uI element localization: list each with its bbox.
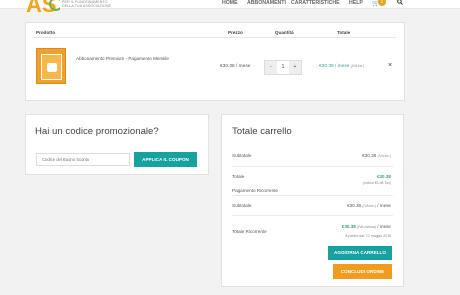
product-subtotal: €30.38 / mese (IVA inc.) bbox=[319, 64, 364, 69]
recurring-subtotal-value: €30.38 bbox=[347, 203, 362, 208]
coupon-code-input[interactable] bbox=[36, 153, 130, 166]
recurring-subtotal-value-wrap: €30.38 (IVA inc.) / mese bbox=[347, 203, 391, 208]
logo-tagline: PER IL FUNZIONAMENTO DELLA TUA ASSOCIAZI… bbox=[62, 0, 111, 8]
recurring-total-note: (IVA inclusa) bbox=[357, 225, 376, 229]
product-name-link[interactable]: Abbonamento Premium - Pagamento Mensile bbox=[76, 56, 169, 61]
remove-item-icon[interactable]: × bbox=[388, 62, 392, 69]
totals-title: Totale carrello bbox=[232, 126, 292, 137]
totals-subtotal-note: (IVA inc.) bbox=[377, 154, 391, 158]
nav-home[interactable]: HOME bbox=[222, 0, 238, 6]
totals-subtotal-label: Subtotale bbox=[232, 153, 252, 158]
update-cart-button[interactable]: AGGIORNA CARRELLO bbox=[328, 246, 392, 260]
recurring-subtotal-label: Subtotale bbox=[232, 203, 252, 208]
logo-tagline-line-2: DELLA TUA ASSOCIAZIONE bbox=[62, 4, 112, 9]
header-total: Totale bbox=[337, 30, 351, 35]
recurring-start-date: A partire dal: 12 maggio 2018 bbox=[345, 234, 391, 238]
checkout-button[interactable]: CONCLUDI ORDINE bbox=[333, 264, 392, 279]
nav-caratteristiche[interactable]: CARATTERISTICHE bbox=[291, 0, 340, 6]
product-price: €30.38 / mese bbox=[220, 64, 251, 69]
nav-help[interactable]: HELP bbox=[349, 0, 363, 6]
recurring-total-value: €30.38 bbox=[341, 224, 356, 229]
quantity-decrease-button[interactable]: - bbox=[265, 61, 277, 74]
quantity-increase-button[interactable]: + bbox=[289, 61, 301, 74]
search-icon[interactable] bbox=[397, 0, 403, 5]
recurring-heading: Pagamento Ricorrente bbox=[232, 188, 278, 193]
totals-total-note: (inclusi €5.48 Tax) bbox=[362, 181, 391, 185]
logo[interactable]: AS bbox=[26, 0, 60, 18]
totals-total-label: Totale bbox=[232, 174, 245, 179]
totals-subtotal-value: €30.38 bbox=[362, 153, 377, 158]
cart-table: Prodotto Prezzo Quantità Totale Abboname… bbox=[25, 22, 405, 101]
divider bbox=[232, 195, 393, 196]
apply-coupon-button[interactable]: APPLICA IL COUPON bbox=[134, 152, 197, 167]
product-subtotal-note: (IVA inc.) bbox=[350, 64, 365, 68]
recurring-total-value-wrap: €30.38 (IVA inclusa) / mese bbox=[342, 224, 391, 229]
totals-total-value: €30.38 bbox=[376, 174, 391, 179]
divider bbox=[232, 166, 393, 167]
recurring-total-period: / mese bbox=[377, 224, 391, 229]
nav-abbonamenti[interactable]: ABBONAMENTI bbox=[247, 0, 286, 6]
header: AS PER IL FUNZIONAMENTO DELLA TUA ASSOCI… bbox=[0, 0, 460, 17]
header-product: Prodotto bbox=[36, 30, 56, 35]
cart-count-badge: 1 bbox=[378, 0, 386, 6]
product-subtotal-value: €30.38 / mese bbox=[319, 64, 350, 69]
coupon-title: Hai un codice promozionale? bbox=[35, 126, 159, 137]
divider bbox=[232, 215, 393, 216]
recurring-subtotal-period: / mese bbox=[377, 203, 391, 208]
recurring-subtotal-note: (IVA inc.) bbox=[362, 204, 376, 208]
coupon-box: Hai un codice promozionale? APPLICA IL C… bbox=[25, 114, 209, 175]
product-thumbnail[interactable] bbox=[36, 48, 66, 84]
header-price: Prezzo bbox=[228, 30, 243, 35]
totals-subtotal-value-wrap: €30.38 (IVA inc.) bbox=[362, 153, 391, 158]
quantity-stepper: - 1 + bbox=[264, 60, 302, 75]
header-quantity: Quantità bbox=[275, 30, 294, 35]
header-divider bbox=[34, 37, 396, 38]
recurring-total-label: Totale Ricorrente bbox=[232, 229, 267, 234]
cart-totals: Totale carrello Subtotale €30.38 (IVA in… bbox=[221, 114, 404, 287]
quantity-input[interactable]: 1 bbox=[277, 61, 289, 74]
